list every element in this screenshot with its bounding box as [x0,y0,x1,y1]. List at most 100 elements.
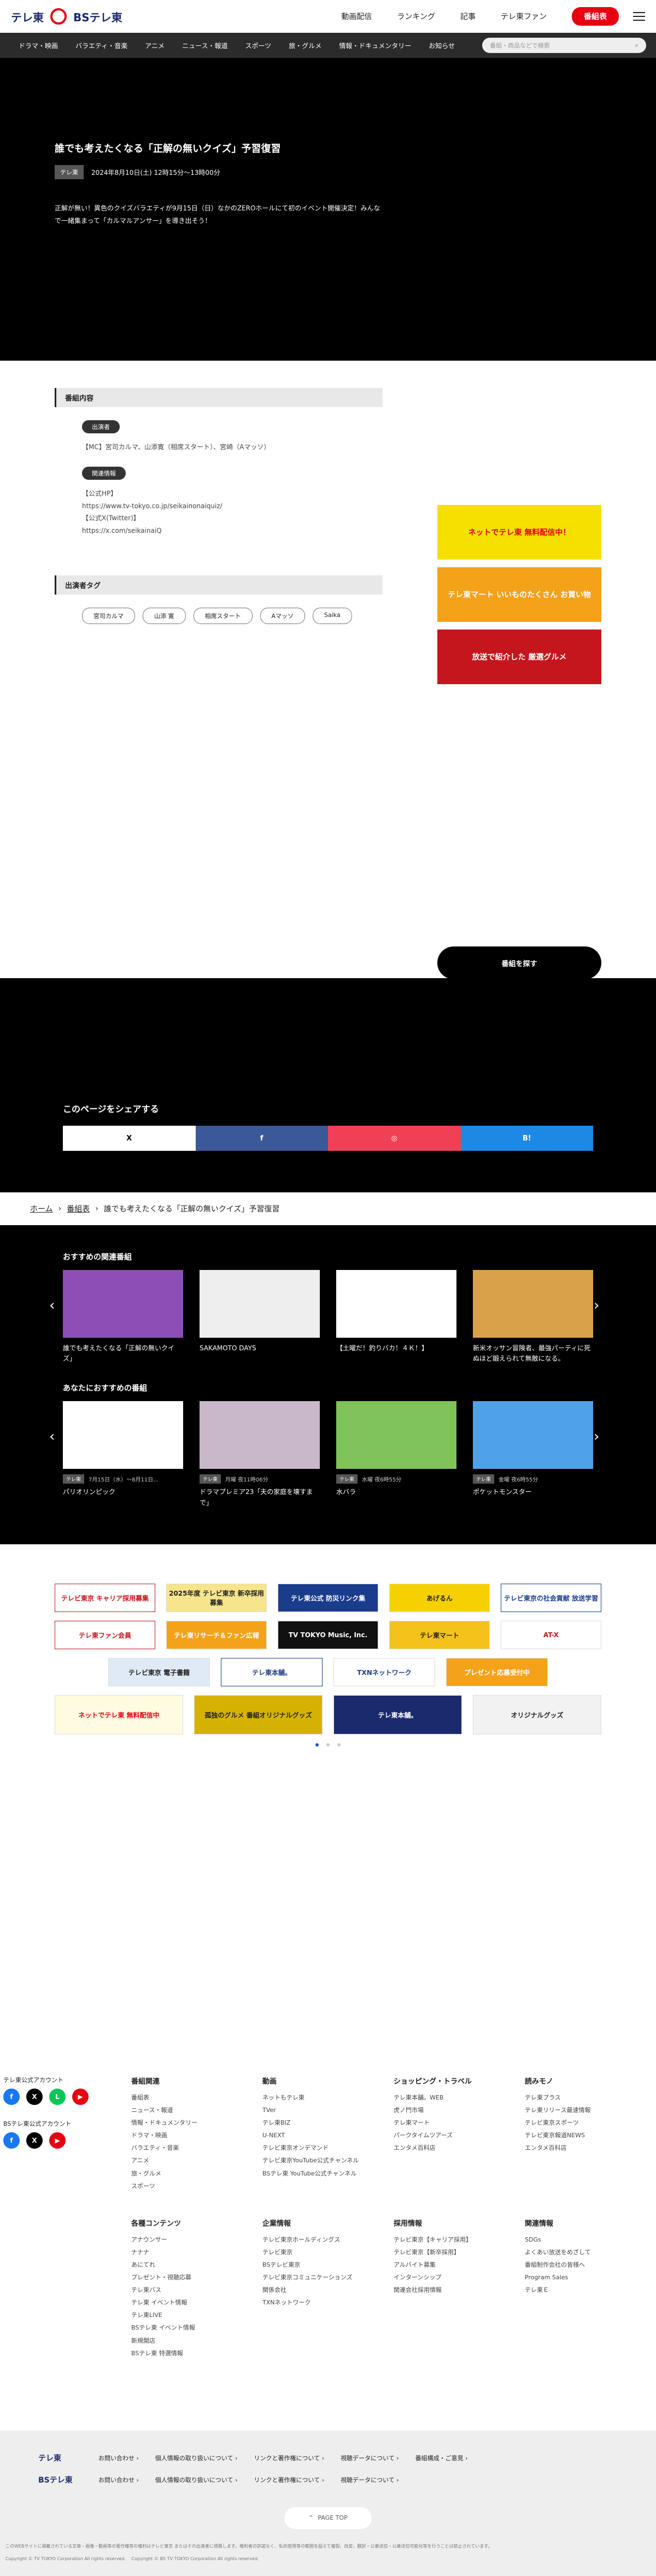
genre-info[interactable]: 情報・ドキュメンタリー [330,41,420,50]
footer-link[interactable]: アルバイト募集 [394,2259,525,2271]
banner[interactable]: TV TOKYO Music, Inc. [278,1621,378,1649]
banner[interactable]: 2025年度 テレビ東京 新卒採用募集 [166,1584,267,1612]
banner[interactable]: TXNネットワーク [333,1658,435,1686]
share-hatena-button[interactable]: B! [460,1126,593,1151]
search-icon[interactable]: ⌕ [635,42,639,49]
nav-articles[interactable]: 記事 [460,11,476,22]
genre-variety[interactable]: バラエティ・音楽 [67,41,136,50]
footer-link[interactable]: 新規開店 [131,2334,262,2347]
footer-link[interactable]: BSテレ東 YouTube公式チャンネル [262,2167,394,2180]
dot[interactable] [315,1743,319,1746]
footer-link[interactable]: テレビ東京オンデマンド [262,2142,394,2154]
youtube-icon[interactable]: ▶ [49,2132,66,2149]
program-card[interactable]: SAKAMOTO DAYS [200,1270,320,1364]
genre-notice[interactable]: お知らせ [420,41,464,50]
footer-link[interactable]: テレビ東京 [262,2246,394,2259]
footer-link[interactable]: あにてれ [131,2259,262,2271]
banner[interactable]: テレビ東京 電子書籍 [108,1658,210,1686]
footer-link[interactable]: テレ東LIVE [131,2309,262,2321]
chevron-left-icon[interactable]: ‹ [49,1428,55,1445]
footer-link[interactable]: 虎ノ門市場 [394,2104,525,2116]
footer-link[interactable]: スポーツ [131,2180,262,2192]
chevron-right-icon[interactable]: › [594,1297,599,1314]
banner[interactable]: ネットでテレ東 無料配信中 [55,1695,183,1734]
dot[interactable] [326,1743,330,1746]
footer-link[interactable]: テレ東BIZ [262,2116,394,2129]
footer-link[interactable]: よくあい放送をめざして [525,2246,645,2259]
footer-bar-link[interactable]: リンクと著作権について › [254,2454,324,2462]
footer-link[interactable]: テレ東本舗。WEB [394,2091,525,2104]
program-card[interactable]: テレ東 金曜 夜6時55分 ポケットモンスター [473,1401,593,1508]
footer-link[interactable]: BSテレ東 特選情報 [131,2347,262,2360]
banner[interactable]: テレビ東京 キャリア採用募集 [55,1584,155,1612]
banner[interactable]: あげるん [389,1584,490,1612]
footer-link[interactable]: テレ東Ｅ [525,2284,645,2296]
genre-sports[interactable]: スポーツ [236,41,280,50]
genre-drama[interactable]: ドラマ・映画 [10,41,67,50]
nav-video[interactable]: 動画配信 [341,11,372,22]
banner[interactable]: 孤独のグルメ 番組オリジナルグッズ [194,1695,323,1734]
program-guide-button[interactable]: 番組表 [572,7,619,26]
share-x-button[interactable]: X [63,1126,196,1151]
dot[interactable] [337,1743,341,1746]
footer-link[interactable]: U-NEXT [262,2129,394,2142]
footer-bar-link[interactable]: 個人情報の取り扱いについて › [155,2475,238,2484]
footer-link[interactable]: テレ東プラス [525,2091,645,2104]
footer-link[interactable]: アニメ [131,2154,262,2167]
footer-link[interactable]: テレビ東京【新卒採用】 [394,2246,525,2259]
menu-icon[interactable] [633,12,645,21]
banner[interactable]: オリジナルグッズ [473,1695,601,1734]
banner[interactable]: テレ東リサーチ＆ファン広報 [166,1621,267,1649]
breadcrumb-home[interactable]: ホーム [30,1203,53,1214]
footer-link[interactable]: 番組制作会社の皆様へ [525,2259,645,2271]
footer-link[interactable]: Program Sales [525,2271,645,2284]
program-card[interactable]: テレ東 7月15日（水）～8月11日... パリオリンピック [63,1401,183,1508]
footer-bar-link[interactable]: リンクと著作権について › [254,2475,324,2484]
footer-link[interactable]: テレ東 イベント情報 [131,2296,262,2309]
footer-link[interactable]: TXNネットワーク [262,2296,394,2309]
ad-banner[interactable]: 放送で紹介した 厳選グルメ [437,630,601,684]
ad-banner[interactable]: ネットでテレ東 無料配信中！ [437,505,601,560]
nav-fan[interactable]: テレ東ファン [501,11,547,22]
footer-link[interactable]: パークタイムツアーズ [394,2129,525,2142]
chevron-right-icon[interactable]: › [594,1428,599,1445]
footer-link[interactable]: インターンシップ [394,2271,525,2284]
footer-link[interactable]: 番組表 [131,2091,262,2104]
banner[interactable]: テレ東本舗。 [333,1695,462,1734]
breadcrumb-guide[interactable]: 番組表 [67,1203,90,1214]
footer-link[interactable]: エンタメ百科店 [394,2142,525,2154]
tx-logo[interactable]: テレ東 [11,9,44,25]
share-facebook-button[interactable]: f [195,1126,328,1151]
cast-tag[interactable]: Aマッソ [260,607,306,624]
cast-tag[interactable]: 宮司カルマ [82,607,135,624]
footer-bar-link[interactable]: 視聴データについて › [341,2454,399,2462]
banner[interactable]: テレビ東京の社会貢献 放送学習 [501,1584,601,1612]
search-input[interactable]: 番組・商品などで検索 ⌕ [482,38,646,53]
official-site-link[interactable]: https://www.tv-tokyo.co.jp/seikainonaiqu… [82,500,383,513]
footer-bar-link[interactable]: お問い合わせ › [98,2454,139,2462]
footer-link[interactable]: BSテレ東 イベント情報 [131,2321,262,2334]
banner[interactable]: テレ東公式 防災リンク集 [278,1584,378,1612]
footer-bar-link[interactable]: 番組構成・ご意見 › [415,2454,468,2462]
program-card[interactable]: 誰でも考えたくなる「正解の無いクイズ」 [63,1270,183,1364]
chevron-left-icon[interactable]: ‹ [49,1297,55,1314]
footer-link[interactable]: プレゼント・視聴応募 [131,2271,262,2284]
footer-link[interactable]: テレビ東京【キャリア採用】 [394,2233,525,2246]
cast-tag[interactable]: 相席スタート [193,607,253,624]
footer-link[interactable]: TVer [262,2104,394,2116]
footer-link[interactable]: ナナナ [131,2246,262,2259]
footer-link[interactable]: 旅・グルメ [131,2167,262,2180]
genre-travel[interactable]: 旅・グルメ [280,41,330,50]
banner[interactable]: テレ東マート [389,1621,490,1649]
ad-banner[interactable]: テレ東マート いいものたくさん お買い物 [437,567,601,622]
page-top-button[interactable]: ⌃ PAGE TOP [284,2507,372,2529]
footer-link[interactable]: 情報・ドキュメンタリー [131,2116,262,2129]
nav-ranking[interactable]: ランキング [397,11,435,22]
footer-link[interactable]: テレビ東京YouTube公式チャンネル [262,2154,394,2167]
footer-bar-link[interactable]: 視聴データについて › [341,2475,399,2484]
genre-news[interactable]: ニュース・報道 [173,41,236,50]
footer-link[interactable]: 関係会社 [262,2284,394,2296]
x-account-link[interactable]: https://x.com/seikainaiQ [82,525,383,537]
facebook-icon[interactable]: f [3,2089,20,2105]
x-icon[interactable]: X [26,2132,43,2149]
